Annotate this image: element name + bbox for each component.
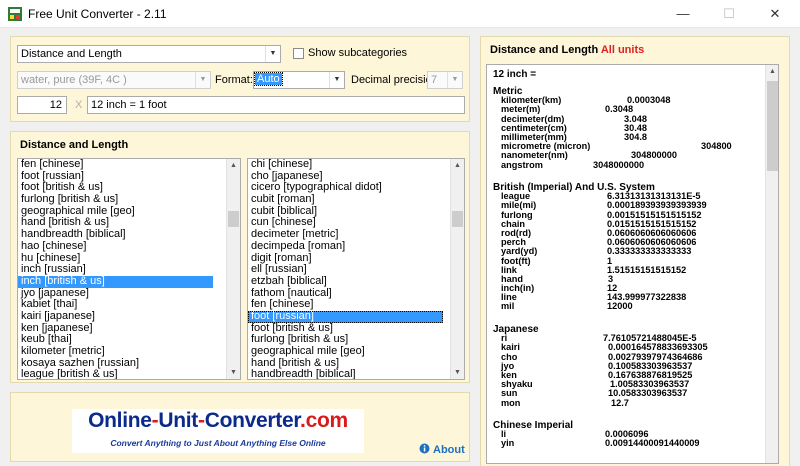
result-unit: yin xyxy=(501,438,515,449)
result-value: 0.0003048 xyxy=(627,95,671,106)
chevron-down-icon: ▼ xyxy=(447,72,462,88)
result-group-title: Japanese xyxy=(493,324,539,335)
result-unit: mon xyxy=(501,397,521,408)
scroll-down-icon[interactable]: ▼ xyxy=(227,366,240,379)
list-item[interactable]: chi [chinese] xyxy=(248,159,443,171)
logo-text: Online-Unit-Converter.com xyxy=(88,409,348,432)
logo-tagline: Convert Anything to Just About Anything … xyxy=(110,438,326,448)
list-item[interactable]: foot [russian] xyxy=(248,310,443,323)
scroll-thumb[interactable] xyxy=(452,211,463,227)
from-unit-items: fen [chinese] foot [russian] foot [british… xyxy=(18,159,240,379)
window-title: Free Unit Converter - 2.11 xyxy=(28,7,167,21)
title-bar: Free Unit Converter - 2.11 — ☐ ✕ xyxy=(0,0,800,28)
category-dropdown[interactable]: Distance and Length ▼ xyxy=(17,45,281,63)
result-value: 1.51515151515152 xyxy=(607,264,687,275)
list-item[interactable]: league [british & us] xyxy=(18,369,213,379)
amount-value: 12 xyxy=(49,99,62,111)
result-value: 0.333333333333333 xyxy=(607,246,692,257)
site-logo[interactable]: Online-Unit-Converter.com Convert Anythi… xyxy=(72,409,364,453)
logo-part-online: Online xyxy=(88,409,152,432)
format-label: Format: xyxy=(215,74,253,86)
chevron-down-icon: ▼ xyxy=(265,46,280,62)
scroll-up-icon[interactable]: ▲ xyxy=(451,159,464,172)
result-unit: mil xyxy=(501,301,515,312)
result-group: Metric kilometer(km) 0.0003048 meter(m) 0.30… xyxy=(493,86,732,170)
result-unit: angstrom xyxy=(501,159,543,170)
list-item[interactable]: kilometer [metric] xyxy=(18,345,213,358)
format-value: Auto xyxy=(254,72,283,86)
results-header: 12 inch = xyxy=(493,69,537,80)
result-value: 304800 xyxy=(701,141,732,152)
to-unit-list[interactable]: chi [chinese] cho [japanese] cicero [typog… xyxy=(247,158,465,380)
app-icon xyxy=(8,7,22,21)
list-item[interactable]: kairi [japanese] xyxy=(18,310,213,323)
logo-part-converter: Converter xyxy=(204,409,301,432)
minimize-button[interactable]: — xyxy=(660,0,706,28)
substance-dropdown[interactable]: water, pure (39F, 4C ) ▼ xyxy=(17,71,211,89)
result-value: 12.7 xyxy=(611,397,629,408)
result-row: yin 0.00914400091440009 xyxy=(493,438,700,449)
list-item[interactable]: geographical mile [geo] xyxy=(248,345,443,358)
results-scrollbar[interactable]: ▲ xyxy=(765,65,778,463)
results-title: Distance and Length All units xyxy=(490,44,644,56)
to-list-scrollbar[interactable]: ▲ ▼ xyxy=(450,159,464,379)
result-row: cho 0.00279397974364686 xyxy=(493,352,703,362)
precision-dropdown[interactable]: 7 ▼ xyxy=(427,71,463,89)
substance-value: water, pure (39F, 4C ) xyxy=(21,74,127,86)
amount-input[interactable]: 12 xyxy=(17,96,67,114)
show-subcategories-label: Show subcategories xyxy=(308,47,408,59)
logo-part-unit: Unit xyxy=(158,409,198,432)
result-row: mon 12.7 xyxy=(493,397,629,408)
result-row: mil 12000 xyxy=(493,302,655,311)
results-textbox[interactable]: 12 inch = Metric kilometer(km) 0.0003048 me… xyxy=(486,64,779,464)
scroll-down-icon[interactable]: ▼ xyxy=(451,366,464,379)
maximize-button[interactable]: ☐ xyxy=(706,0,752,28)
info-icon xyxy=(419,443,430,454)
result-group: Chinese Imperial li 0.0006096 yin 0.00914400… xyxy=(493,420,700,449)
scroll-up-icon[interactable]: ▲ xyxy=(766,65,778,78)
format-dropdown[interactable]: Auto ▼ xyxy=(253,71,345,89)
logo-domain: .com xyxy=(300,409,348,432)
result-value: 0.00914400091440009 xyxy=(605,438,700,449)
close-button[interactable]: ✕ xyxy=(752,0,798,28)
list-item[interactable]: hao [chinese] xyxy=(18,240,213,253)
about-link[interactable]: About xyxy=(433,444,465,456)
from-unit-list[interactable]: fen [chinese] foot [russian] foot [british… xyxy=(17,158,241,380)
category-value: Distance and Length xyxy=(21,48,122,60)
list-item[interactable]: inch [british & us] xyxy=(18,275,213,288)
result-group: Japanese ri 7.76105721488045E-5 kairi 0.0001… xyxy=(493,324,708,408)
scroll-thumb[interactable] xyxy=(767,81,778,171)
units-panel: Distance and Length fen [chinese] foot [r… xyxy=(10,131,470,383)
result-value: 304.8 xyxy=(624,131,647,142)
list-item[interactable]: cubit [roman] xyxy=(248,193,443,206)
result-value: 12000 xyxy=(607,301,633,312)
result-group: British (Imperial) And U.S. System league… xyxy=(493,182,707,312)
results-title-suffix: All units xyxy=(600,44,645,56)
chevron-down-icon: ▼ xyxy=(329,72,344,88)
list-item[interactable]: fen [chinese] xyxy=(18,159,213,171)
list-item[interactable]: furlong [british & us] xyxy=(18,193,213,206)
results-title-text: Distance and Length xyxy=(490,44,599,56)
result-row: angstrom 3048000000 xyxy=(493,160,644,170)
list-item[interactable]: handbreadth [biblical] xyxy=(248,369,443,379)
units-panel-title: Distance and Length xyxy=(20,139,129,151)
precision-value: 7 xyxy=(431,74,438,86)
settings-panel: Distance and Length ▼ Show subcategories… xyxy=(10,36,470,122)
to-unit-items: chi [chinese] cho [japanese] cicero [typog… xyxy=(248,159,464,379)
clear-button[interactable]: X xyxy=(75,99,82,111)
from-list-scrollbar[interactable]: ▲ ▼ xyxy=(226,159,240,379)
show-subcategories-checkbox[interactable] xyxy=(293,48,304,59)
list-item[interactable]: etzbah [biblical] xyxy=(248,275,443,288)
scroll-thumb[interactable] xyxy=(228,211,239,227)
conversion-result-field: 12 inch = 1 foot xyxy=(87,96,465,114)
result-value: 3048000000 xyxy=(593,159,645,170)
conversion-result-text: 12 inch = 1 foot xyxy=(91,99,167,111)
list-item[interactable]: decimpeda [roman] xyxy=(248,240,443,253)
scroll-up-icon[interactable]: ▲ xyxy=(227,159,240,172)
chevron-down-icon: ▼ xyxy=(195,72,210,88)
